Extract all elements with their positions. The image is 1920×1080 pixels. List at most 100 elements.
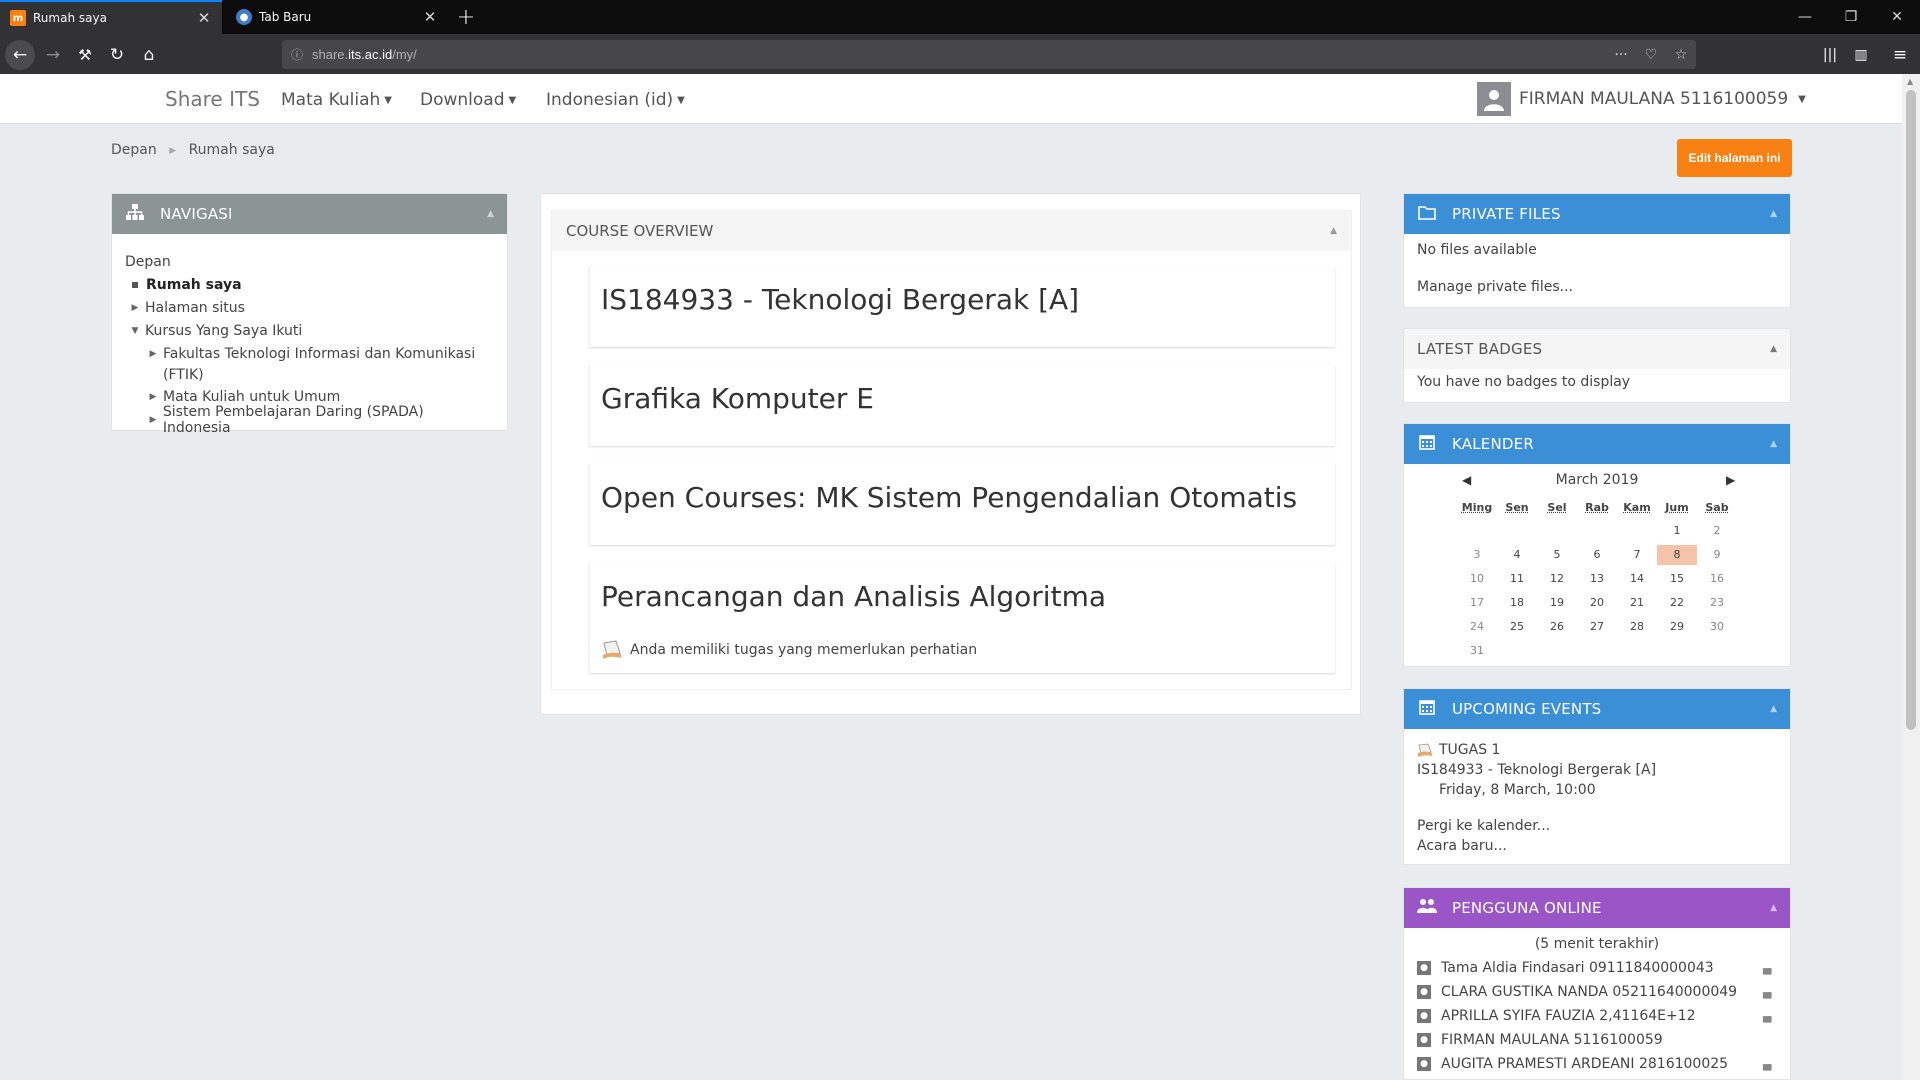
tab-close-icon[interactable]: ✕ — [196, 9, 212, 27]
expand-arrow-icon[interactable]: ▶ — [143, 392, 163, 402]
breadcrumb-rumah-saya[interactable]: Rumah saya — [189, 142, 275, 158]
expand-arrow-icon[interactable]: ▶ — [143, 349, 163, 359]
restore-icon[interactable]: ❐ — [1828, 0, 1874, 34]
user-menu[interactable]: FIRMAN MAULANA 5116100059 ▼ — [1477, 82, 1806, 116]
collapse-icon[interactable]: ▲ — [1770, 209, 1777, 219]
calendar-day[interactable]: 14 — [1617, 567, 1657, 591]
calendar-day[interactable]: 10 — [1457, 567, 1497, 591]
calendar-day[interactable]: 2 — [1697, 519, 1737, 543]
calendar-day[interactable]: 11 — [1497, 567, 1537, 591]
menu-download[interactable]: Download ▼ — [420, 90, 516, 110]
online-user-name[interactable]: APRILLA SYIFA FAUZIA 2,41164E+12 — [1441, 1008, 1763, 1024]
collapse-icon[interactable]: ▲ — [1770, 439, 1777, 449]
message-icon[interactable]: ▄ — [1763, 986, 1777, 999]
wrench-icon[interactable]: ⚒ — [70, 40, 100, 70]
calendar-day[interactable]: 19 — [1537, 591, 1577, 615]
online-user-name[interactable]: CLARA GUSTIKA NANDA 05211640000049 — [1441, 984, 1763, 1000]
calendar-day[interactable]: 30 — [1697, 615, 1737, 639]
collapse-icon[interactable]: ▲ — [1770, 344, 1777, 354]
event-course[interactable]: IS184933 - Teknologi Bergerak [A] — [1417, 760, 1777, 780]
scrollbar-thumb[interactable] — [1906, 90, 1916, 730]
online-user-name[interactable]: FIRMAN MAULANA 5116100059 — [1441, 1032, 1763, 1048]
more-actions-icon[interactable]: ··· — [1606, 47, 1636, 63]
calendar-day[interactable]: 16 — [1697, 567, 1737, 591]
nav-item-depan[interactable]: Depan — [125, 250, 494, 273]
page-scrollbar[interactable]: ▲ — [1902, 74, 1920, 1080]
calendar-day[interactable]: 9 — [1697, 543, 1737, 567]
nav-item-kursus[interactable]: ▼ Kursus Yang Saya Ikuti — [125, 319, 494, 342]
next-month-icon[interactable]: ▶ — [1726, 473, 1735, 487]
calendar-day[interactable]: 28 — [1617, 615, 1657, 639]
tab-close-icon[interactable]: ✕ — [422, 8, 438, 26]
event-name[interactable]: TUGAS 1 — [1439, 740, 1500, 760]
expand-arrow-icon[interactable]: ▶ — [125, 303, 145, 313]
calendar-day[interactable]: 4 — [1497, 543, 1537, 567]
close-window-icon[interactable]: ✕ — [1874, 0, 1920, 34]
message-icon[interactable]: ▄ — [1763, 1010, 1777, 1023]
calendar-day[interactable]: 6 — [1577, 543, 1617, 567]
collapse-icon[interactable]: ▲ — [1330, 226, 1337, 236]
menu-mata-kuliah[interactable]: Mata Kuliah ▼ — [281, 90, 392, 110]
calendar-day[interactable]: 7 — [1617, 543, 1657, 567]
calendar-day[interactable]: 8 — [1657, 545, 1697, 565]
edit-page-button[interactable]: Edit halaman ini — [1677, 139, 1792, 177]
back-arrow-icon[interactable]: ← — [5, 40, 35, 70]
course-link[interactable]: Grafika Komputer E — [601, 382, 874, 415]
calendar-day[interactable]: 24 — [1457, 615, 1497, 639]
calendar-day[interactable]: 25 — [1497, 615, 1537, 639]
pocket-icon[interactable]: ♡ — [1636, 47, 1666, 63]
collapse-icon[interactable]: ▲ — [1770, 704, 1777, 714]
prev-month-icon[interactable]: ◀ — [1462, 473, 1471, 487]
message-icon[interactable]: ▄ — [1763, 962, 1777, 975]
nav-item-ftik-suffix[interactable]: (FTIK) — [125, 365, 494, 385]
calendar-day[interactable]: 1 — [1657, 519, 1697, 543]
manage-private-files-link[interactable]: Manage private files... — [1417, 279, 1777, 295]
course-link[interactable]: IS184933 - Teknologi Bergerak [A] — [601, 283, 1079, 316]
nav-item-halaman-situs[interactable]: ▶ Halaman situs — [125, 296, 494, 319]
collapse-arrow-icon[interactable]: ▼ — [125, 326, 145, 336]
nav-item-spada[interactable]: ▶ Sistem Pembelajaran Daring (SPADA) Indo… — [125, 408, 494, 431]
new-event-link[interactable]: Acara baru... — [1417, 836, 1777, 856]
url-text[interactable]: share.its.ac.id/my/ — [312, 47, 1606, 62]
home-icon[interactable]: ⌂ — [134, 40, 164, 70]
course-link[interactable]: Perancangan dan Analisis Algoritma — [601, 580, 1106, 613]
calendar-day[interactable]: 22 — [1657, 591, 1697, 615]
calendar-day[interactable]: 13 — [1577, 567, 1617, 591]
calendar-day[interactable]: 26 — [1537, 615, 1577, 639]
online-user-name[interactable]: Tama Aldia Findasari 09111840000043 — [1441, 960, 1763, 976]
calendar-day[interactable]: 31 — [1457, 639, 1497, 663]
minimize-icon[interactable]: — — [1782, 0, 1828, 34]
calendar-day[interactable]: 3 — [1457, 543, 1497, 567]
online-user-name[interactable]: AUGITA PRAMESTI ARDEANI 2816100025 — [1441, 1056, 1763, 1072]
message-icon[interactable]: ▄ — [1763, 1058, 1777, 1071]
expand-arrow-icon[interactable]: ▶ — [143, 415, 163, 425]
calendar-day[interactable]: 17 — [1457, 591, 1497, 615]
info-icon[interactable]: ⓘ — [282, 46, 312, 63]
goto-calendar-link[interactable]: Pergi ke kalender... — [1417, 816, 1777, 836]
calendar-day[interactable]: 23 — [1697, 591, 1737, 615]
collapse-icon[interactable]: ▲ — [1770, 903, 1777, 913]
course-link[interactable]: Open Courses: MK Sistem Pengendalian Oto… — [601, 481, 1297, 514]
library-icon[interactable]: ||| — [1815, 40, 1845, 70]
forward-arrow-icon[interactable]: → — [38, 40, 68, 70]
nav-item-ftik[interactable]: ▶ Fakultas Teknologi Informasi dan Komuni… — [125, 342, 494, 365]
calendar-day[interactable]: 15 — [1657, 567, 1697, 591]
reload-icon[interactable]: ↻ — [102, 40, 132, 70]
site-brand[interactable]: Share ITS — [165, 87, 260, 111]
new-tab-button[interactable]: + — [452, 0, 480, 34]
scroll-up-icon[interactable]: ▲ — [1907, 77, 1913, 86]
event-item[interactable]: TUGAS 1 — [1417, 740, 1777, 760]
tab-rumah-saya[interactable]: m Rumah saya ✕ — [0, 0, 222, 34]
calendar-day[interactable]: 21 — [1617, 591, 1657, 615]
calendar-day[interactable]: 12 — [1537, 567, 1577, 591]
calendar-day[interactable]: 5 — [1537, 543, 1577, 567]
sidebar-icon[interactable]: ▥ — [1846, 40, 1876, 70]
calendar-day[interactable]: 18 — [1497, 591, 1537, 615]
url-bar[interactable]: ⓘ share.its.ac.id/my/ ··· ♡ ☆ — [282, 40, 1696, 69]
nav-item-rumah-saya[interactable]: Rumah saya — [125, 273, 494, 296]
hamburger-menu-icon[interactable]: ≡ — [1885, 40, 1915, 70]
menu-language[interactable]: Indonesian (id) ▼ — [546, 90, 685, 110]
calendar-day[interactable]: 20 — [1577, 591, 1617, 615]
assignment-notice[interactable]: Anda memiliki tugas yang memerlukan perh… — [601, 640, 977, 660]
tab-tab-baru[interactable]: ● Tab Baru ✕ — [226, 0, 448, 34]
